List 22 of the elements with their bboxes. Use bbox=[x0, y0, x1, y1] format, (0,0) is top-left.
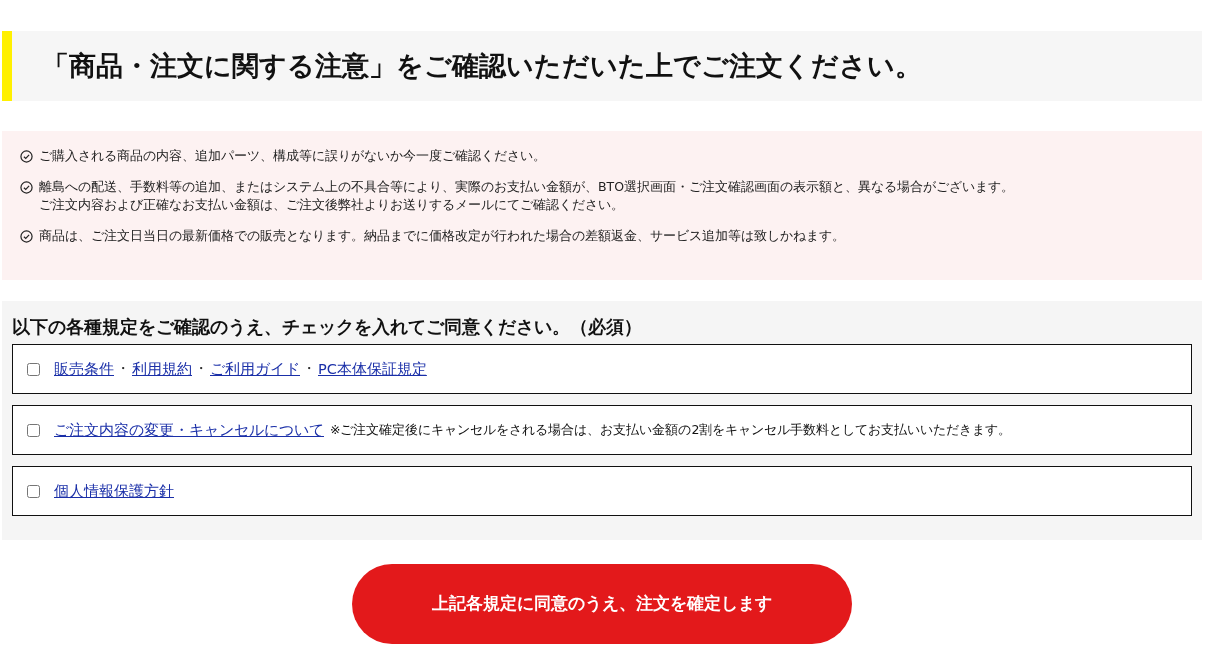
separator-dot: ・ bbox=[302, 360, 316, 378]
check-circle-icon bbox=[20, 150, 33, 163]
agree-checkbox[interactable] bbox=[27, 484, 40, 498]
notice-text: 商品は、ご注文日当日の最新価格での販売となります。納品までに価格改定が行われた場合の差額返金、サービス追加等は致しかねます。 bbox=[39, 227, 845, 245]
agreement-title: 以下の各種規定をご確認のうえ、チェックを入れてご同意ください。（必須） bbox=[12, 316, 643, 339]
check-circle-icon bbox=[20, 181, 33, 194]
policy-link[interactable]: 個人情報保護方針 bbox=[54, 481, 174, 501]
confirm-order-button[interactable]: 上記各規定に同意のうえ、注文を確定します bbox=[352, 564, 852, 644]
policy-link[interactable]: 利用規約 bbox=[132, 359, 192, 379]
separator-dot: ・ bbox=[194, 360, 208, 378]
check-circle-icon bbox=[20, 230, 33, 243]
notice-text: 離島への配送、手数料等の追加、またはシステム上の不具合等により、実際のお支払い金額が、BTO選択画面・ご注文確認画面の表示額と、異なる場合がございます。 ご注文内容および正確なお支払い金額は、ご注文後弊社よりお送りするメールにてご確認ください。 bbox=[39, 178, 1015, 214]
page-heading: 「商品・注文に関する注意」をご確認いただいた上でご注文ください。 bbox=[2, 31, 1202, 101]
notice-text: ご購入される商品の内容、追加パーツ、構成等に誤りがないか今一度ご確認ください。 bbox=[39, 147, 546, 165]
policy-link[interactable]: 販売条件 bbox=[54, 359, 114, 379]
policy-link[interactable]: PC本体保証規定 bbox=[318, 359, 427, 379]
policy-link[interactable]: ご注文内容の変更・キャンセルについて bbox=[54, 420, 324, 440]
agree-checkbox[interactable] bbox=[27, 362, 40, 376]
separator-dot: ・ bbox=[116, 360, 130, 378]
policy-link[interactable]: ご利用ガイド bbox=[210, 359, 300, 379]
note-text: ※ご注文確定後にキャンセルをされる場合は、お支払い金額の2割をキャンセル手数料としてお支払いいただきます。 bbox=[330, 421, 1012, 439]
agree-checkbox[interactable] bbox=[27, 423, 40, 437]
